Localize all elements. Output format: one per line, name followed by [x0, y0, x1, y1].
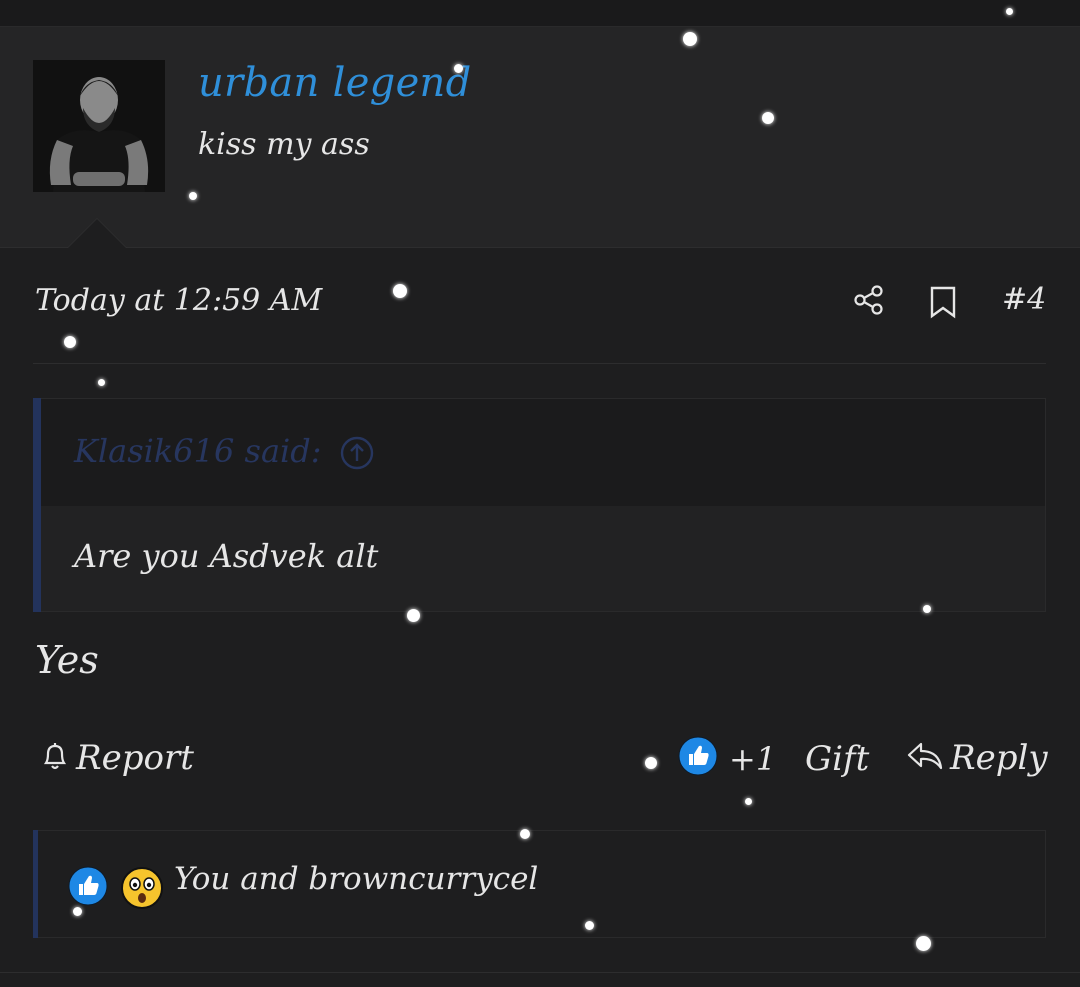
snow-particle	[585, 921, 594, 930]
bottom-divider	[0, 972, 1080, 973]
reactions-accent-bar	[33, 830, 38, 938]
like-count[interactable]: +1	[729, 740, 776, 778]
snow-particle	[520, 829, 530, 839]
snow-particle	[762, 112, 774, 124]
snow-particle	[683, 32, 697, 46]
snow-particle	[745, 798, 752, 805]
username-link[interactable]: urban legend	[198, 60, 472, 106]
bookmark-icon[interactable]	[928, 285, 958, 319]
snow-particle	[1006, 8, 1013, 15]
arrow-up-circle-icon[interactable]	[340, 436, 374, 470]
snow-particle	[923, 605, 931, 613]
snow-particle	[73, 907, 82, 916]
gift-button[interactable]: Gift	[805, 739, 869, 779]
snow-particle	[393, 284, 407, 298]
report-label: Report	[76, 738, 194, 778]
quote-text: Are you Asdvek alt	[74, 537, 379, 575]
avatar-photo	[33, 60, 165, 192]
like-icon	[68, 866, 108, 906]
share-icon[interactable]	[853, 284, 885, 316]
avatar[interactable]	[33, 60, 165, 192]
quote-accent-bar	[33, 398, 41, 612]
reply-label: Reply	[950, 738, 1048, 778]
snow-particle	[454, 64, 463, 73]
bell-icon	[38, 739, 72, 777]
snow-particle	[916, 936, 931, 951]
snow-particle	[189, 192, 197, 200]
quote-author[interactable]: Klasik616 said:	[74, 432, 322, 470]
snow-particle	[407, 609, 420, 622]
reactions-summary[interactable]: You and browncurrycel	[174, 861, 538, 897]
divider	[33, 363, 1046, 364]
post-message: Yes	[35, 638, 99, 682]
snow-particle	[98, 379, 105, 386]
like-icon[interactable]	[678, 736, 718, 776]
report-button[interactable]: Report	[38, 738, 194, 778]
reply-button[interactable]: Reply	[906, 738, 1048, 778]
top-strip	[0, 0, 1080, 27]
wow-emoji-icon	[120, 866, 164, 910]
user-title: kiss my ass	[198, 127, 370, 162]
post-timestamp[interactable]: Today at 12:59 AM	[35, 283, 322, 318]
snow-particle	[645, 757, 657, 769]
snow-particle	[64, 336, 76, 348]
user-header-caret	[68, 219, 126, 248]
post-number-link[interactable]: #4	[1002, 282, 1046, 317]
reply-arrow-icon	[906, 739, 944, 777]
